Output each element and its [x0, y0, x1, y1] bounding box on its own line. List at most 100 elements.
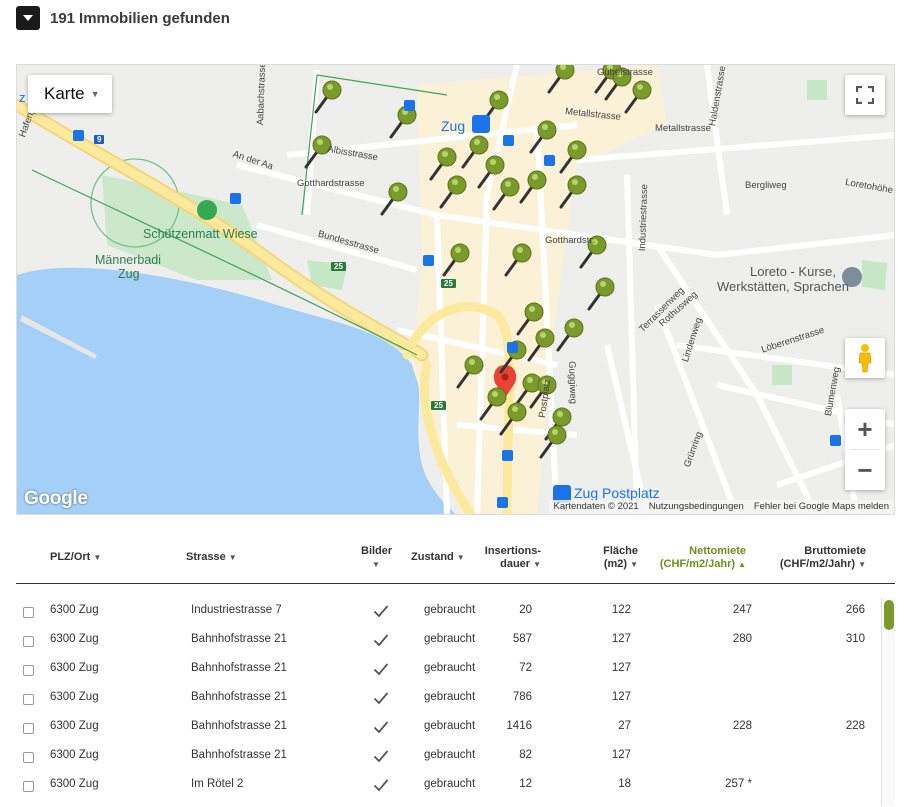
map-view[interactable]: z Hafenpl. Aabachstrasse Albisstrasse An…: [16, 64, 895, 515]
place-label-loreto-2: Werkstätten, Sprachen: [717, 279, 849, 294]
place-label-zug-station: Zug: [441, 118, 466, 134]
sort-insertionsdauer[interactable]: Insertions-dauer ▼: [471, 545, 541, 571]
cell-plz-ort: 6300 Zug: [50, 691, 99, 703]
table-row[interactable]: 6300 Zug Bahnhofstrasse 21 gebraucht 72 …: [16, 654, 881, 683]
street-label-bergliweg: Bergliweg: [745, 180, 787, 191]
cell-bruttomiete: 228: [845, 720, 865, 732]
terms-link[interactable]: Nutzungsbedingungen: [643, 500, 749, 514]
cell-plz-ort: 6300 Zug: [50, 633, 99, 645]
results-count: 191: [50, 9, 76, 27]
checkmark-icon: [373, 605, 389, 618]
row-select-checkbox[interactable]: [23, 636, 34, 647]
street-label-gubelstrasse: Gubelstrasse: [597, 67, 653, 78]
zoom-out-button[interactable]: −: [845, 450, 885, 490]
cell-insertionsdauer: 72: [519, 662, 532, 674]
map-attribution: Kartendaten © 2021 Nutzungsbedingungen F…: [548, 500, 894, 514]
cell-plz-ort: 6300 Zug: [50, 778, 99, 790]
table-row[interactable]: 6300 Zug Bahnhofstrasse 21 gebraucht 587…: [16, 625, 881, 654]
cell-strasse: Bahnhofstrasse 21: [191, 749, 287, 761]
table-row[interactable]: 6300 Zug Bahnhofstrasse 21 gebraucht 786…: [16, 683, 881, 712]
street-label-gotthardstr-east: Gotthardstr.: [545, 235, 595, 246]
sort-flaeche[interactable]: Fläche (m2) ▼: [576, 545, 638, 571]
collapse-toggle-button[interactable]: [16, 6, 40, 30]
place-label-zug-postplatz: Zug Postplatz: [574, 485, 660, 501]
property-pin-icon[interactable]: [587, 277, 615, 311]
street-label-metallstrasse-2: Metallstrasse: [655, 123, 711, 134]
row-select-checkbox[interactable]: [23, 607, 34, 618]
cell-zustand: gebraucht: [424, 778, 476, 790]
route-badge-25-c: 25: [431, 401, 446, 410]
street-label-industriestrasse: Industriestrasse: [637, 183, 651, 252]
zoom-in-button[interactable]: +: [845, 409, 885, 449]
map-type-label: Karte: [44, 84, 85, 103]
cell-flaeche: 127: [611, 691, 631, 703]
cell-flaeche: 122: [611, 604, 631, 616]
caret-down-icon: [23, 15, 33, 21]
cell-bruttomiete: 266: [845, 604, 865, 616]
cell-insertionsdauer: 786: [512, 691, 532, 703]
row-select-checkbox[interactable]: [23, 752, 34, 763]
checkmark-icon: [373, 750, 389, 763]
cell-plz-ort: 6300 Zug: [50, 662, 99, 674]
fullscreen-button[interactable]: [845, 75, 885, 115]
results-table-body: 6300 Zug Industriestrasse 7 gebraucht 20…: [16, 596, 881, 799]
table-row[interactable]: 6300 Zug Industriestrasse 7 gebraucht 20…: [16, 596, 881, 625]
cell-strasse: Im Rötel 2: [191, 778, 244, 790]
map-data-credit: Kartendaten © 2021: [548, 500, 644, 514]
checkmark-icon: [373, 663, 389, 676]
table-row[interactable]: 6300 Zug Bahnhofstrasse 21 gebraucht 82 …: [16, 741, 881, 770]
checkmark-icon: [373, 779, 389, 792]
sort-bilder[interactable]: Bilder ▼: [361, 545, 392, 571]
route-badge-9: 9: [94, 135, 105, 144]
checkmark-icon: [373, 634, 389, 647]
cell-insertionsdauer: 20: [519, 604, 532, 616]
property-pin-icon[interactable]: [556, 318, 584, 352]
cell-nettomiete: 280: [732, 633, 752, 645]
cell-zustand: gebraucht: [424, 691, 476, 703]
sort-plz-ort[interactable]: PLZ/Ort ▼: [50, 551, 101, 564]
cell-zustand: gebraucht: [424, 720, 476, 732]
row-select-checkbox[interactable]: [23, 781, 34, 792]
sort-bruttomiete[interactable]: Bruttomiete (CHF/m2/Jahr) ▼: [766, 545, 866, 571]
table-row[interactable]: 6300 Zug Bahnhofstrasse 21 gebraucht 141…: [16, 712, 881, 741]
report-error-link[interactable]: Fehler bei Google Maps melden: [748, 500, 894, 514]
sort-strasse[interactable]: Strasse ▼: [186, 551, 237, 564]
checkmark-icon: [373, 692, 389, 705]
cell-flaeche: 127: [611, 633, 631, 645]
table-scrollbar[interactable]: [881, 598, 895, 806]
row-select-checkbox[interactable]: [23, 665, 34, 676]
place-label-loreto-1: Loreto - Kurse,: [750, 264, 836, 279]
zoom-control: + −: [845, 409, 885, 490]
place-label-maennerbadi-zug: Zug: [118, 267, 140, 281]
sort-zustand[interactable]: Zustand ▼: [411, 551, 465, 564]
cell-insertionsdauer: 12: [519, 778, 532, 790]
table-row[interactable]: 6300 Zug Im Rötel 2 gebraucht 12 18 257 …: [16, 770, 881, 799]
cell-strasse: Bahnhofstrasse 21: [191, 633, 287, 645]
cell-zustand: gebraucht: [424, 749, 476, 761]
results-table-header: PLZ/Ort ▼ Strasse ▼ Bilder ▼ Zustand ▼ Inser…: [16, 540, 895, 584]
cell-strasse: Bahnhofstrasse 21: [191, 691, 287, 703]
cell-strasse: Industriestrasse 7: [191, 604, 282, 616]
cell-nettomiete: 228: [732, 720, 752, 732]
google-logo: Google: [24, 488, 88, 509]
row-select-checkbox[interactable]: [23, 694, 34, 705]
cell-strasse: Bahnhofstrasse 21: [191, 662, 287, 674]
cell-insertionsdauer: 587: [512, 633, 532, 645]
cell-zustand: gebraucht: [424, 633, 476, 645]
results-header: 191 Immobilien gefunden: [16, 6, 230, 30]
street-view-pegman-button[interactable]: [845, 338, 885, 378]
cell-zustand: gebraucht: [424, 604, 476, 616]
sort-nettomiete[interactable]: Nettomiete (CHF/m2/Jahr) ▲: [646, 545, 746, 571]
map-type-selector[interactable]: Karte ▼: [28, 75, 112, 113]
place-label-schuetzenmatt: Schützenmatt Wiese: [143, 227, 258, 241]
minus-icon: −: [857, 454, 873, 485]
route-badge-25-b: 25: [441, 279, 456, 288]
route-badge-25-a: 25: [331, 262, 346, 271]
cell-flaeche: 127: [611, 662, 631, 674]
cell-zustand: gebraucht: [424, 662, 476, 674]
scrollbar-thumb[interactable]: [884, 600, 894, 630]
fullscreen-icon: [856, 86, 874, 104]
row-select-checkbox[interactable]: [23, 723, 34, 734]
cell-flaeche: 127: [611, 749, 631, 761]
property-pin-icon[interactable]: [314, 80, 342, 114]
